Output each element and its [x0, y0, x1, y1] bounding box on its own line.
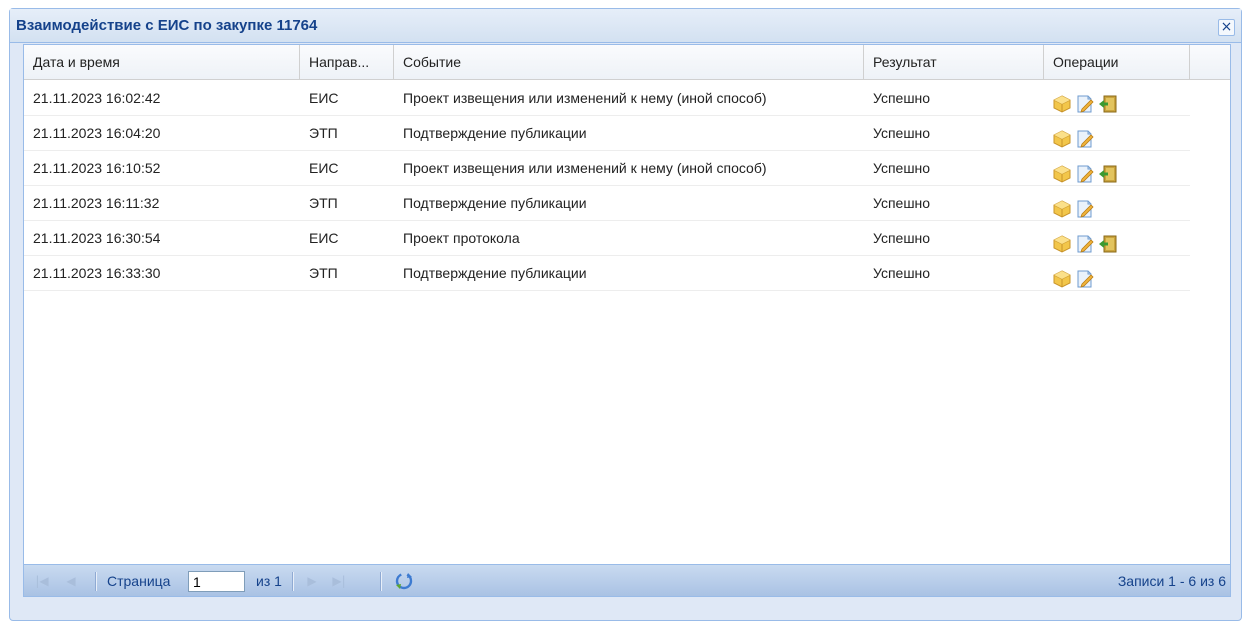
cell-direction: ЕИС [309, 230, 339, 246]
cell-event: Проект извещения или изменений к нему (и… [403, 90, 767, 106]
document-edit-icon[interactable] [1075, 267, 1095, 288]
cell-datetime: 21.11.2023 16:11:32 [33, 195, 160, 211]
package-icon[interactable] [1052, 267, 1072, 288]
cell-operations [1044, 116, 1190, 150]
exit-door-icon[interactable] [1098, 232, 1118, 252]
cell-datetime: 21.11.2023 16:30:54 [33, 230, 161, 246]
records-info: Записи 1 - 6 из 6 [1117, 573, 1226, 589]
table-row[interactable]: 21.11.2023 16:33:30 ЭТП Подтверждение публ… [24, 256, 1190, 291]
table-row[interactable]: 21.11.2023 16:30:54 ЕИС Проект протокола Ус… [24, 221, 1190, 256]
exit-door-icon[interactable] [1098, 92, 1118, 112]
document-edit-icon[interactable] [1075, 127, 1095, 148]
cell-result: Успешно [873, 160, 931, 176]
cell-event: Подтверждение публикации [403, 195, 587, 211]
paging-toolbar: |◀ ◀ Страница из 1 ▶ ▶| Записи 1 - 6 из … [23, 564, 1231, 597]
document-edit-icon[interactable] [1075, 162, 1095, 183]
cell-result: Успешно [873, 195, 931, 211]
column-header-operations[interactable]: Операции [1044, 45, 1190, 80]
table-row[interactable]: 21.11.2023 16:02:42 ЕИС Проект извещения и… [24, 81, 1190, 116]
table-row[interactable]: 21.11.2023 16:11:32 ЭТП Подтверждение публ… [24, 186, 1190, 221]
column-header-spacer [1190, 45, 1232, 80]
package-icon[interactable] [1052, 162, 1072, 183]
cell-result: Успешно [873, 90, 931, 106]
dialog-header[interactable]: Взаимодействие с ЕИС по закупке 11764 × [10, 9, 1241, 43]
close-icon[interactable]: × [1218, 19, 1235, 36]
document-edit-icon[interactable] [1075, 232, 1095, 253]
cell-operations [1044, 151, 1190, 185]
column-header-event[interactable]: Событие [394, 45, 864, 80]
cell-datetime: 21.11.2023 16:04:20 [33, 125, 161, 141]
cell-datetime: 21.11.2023 16:33:30 [33, 265, 161, 281]
document-edit-icon[interactable] [1075, 197, 1095, 218]
dialog-title: Взаимодействие с ЕИС по закупке 11764 [16, 17, 318, 34]
cell-event: Проект протокола [403, 230, 520, 246]
next-page-icon[interactable]: ▶ [305, 574, 319, 588]
grid-body: 21.11.2023 16:02:42 ЕИС Проект извещения и… [24, 81, 1190, 291]
package-icon[interactable] [1052, 232, 1072, 253]
cell-result: Успешно [873, 230, 931, 246]
page-label: Страница [107, 573, 171, 589]
package-icon[interactable] [1052, 92, 1072, 113]
column-header-direction[interactable]: Направ... [300, 45, 394, 80]
first-page-icon[interactable]: |◀ [35, 574, 49, 588]
cell-direction: ЭТП [309, 195, 338, 211]
cell-event: Подтверждение публикации [403, 265, 587, 281]
cell-event: Подтверждение публикации [403, 125, 587, 141]
cell-operations [1044, 186, 1190, 220]
document-edit-icon[interactable] [1075, 92, 1095, 113]
column-header-result[interactable]: Результат [864, 45, 1044, 80]
page-count-label: из 1 [256, 573, 282, 589]
interaction-grid: Дата и время Направ... Событие Результат… [23, 44, 1231, 564]
table-row[interactable]: 21.11.2023 16:04:20 ЭТП Подтверждение публ… [24, 116, 1190, 151]
cell-direction: ЭТП [309, 125, 338, 141]
prev-page-icon[interactable]: ◀ [64, 574, 78, 588]
page-number-input[interactable] [188, 571, 245, 592]
pager-separator [292, 572, 294, 591]
cell-direction: ЭТП [309, 265, 338, 281]
pager-separator [95, 572, 97, 591]
pager-separator [380, 572, 382, 591]
exit-door-icon[interactable] [1098, 162, 1118, 182]
package-icon[interactable] [1052, 197, 1072, 218]
cell-operations [1044, 221, 1190, 255]
table-row[interactable]: 21.11.2023 16:10:52 ЕИС Проект извещения и… [24, 151, 1190, 186]
cell-result: Успешно [873, 125, 931, 141]
cell-event: Проект извещения или изменений к нему (и… [403, 160, 767, 176]
cell-operations [1044, 256, 1190, 290]
column-header-datetime[interactable]: Дата и время [24, 45, 300, 80]
refresh-icon[interactable] [395, 572, 413, 590]
cell-direction: ЕИС [309, 90, 339, 106]
cell-result: Успешно [873, 265, 931, 281]
cell-datetime: 21.11.2023 16:02:42 [33, 90, 161, 106]
cell-datetime: 21.11.2023 16:10:52 [33, 160, 161, 176]
cell-direction: ЕИС [309, 160, 339, 176]
package-icon[interactable] [1052, 127, 1072, 148]
grid-header: Дата и время Направ... Событие Результат… [24, 45, 1230, 80]
cell-operations [1044, 81, 1190, 115]
last-page-icon[interactable]: ▶| [332, 574, 346, 588]
